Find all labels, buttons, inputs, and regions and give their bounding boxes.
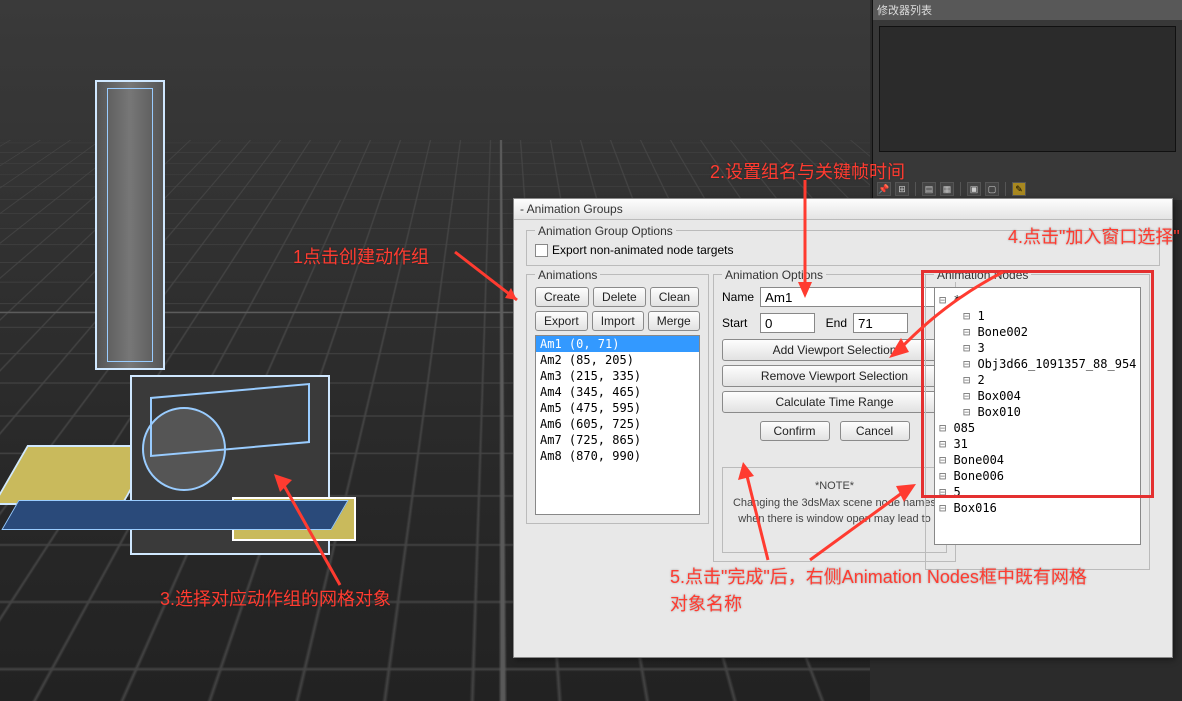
config-icon[interactable]: ✎ bbox=[1012, 182, 1026, 196]
separator bbox=[915, 182, 916, 196]
animation-list-item[interactable]: Am2 (85, 205) bbox=[536, 352, 699, 368]
export-button[interactable]: Export bbox=[535, 311, 588, 331]
remove-viewport-button[interactable]: Remove Viewport Selection bbox=[722, 365, 947, 387]
tool-icon-5[interactable]: ▢ bbox=[985, 182, 999, 196]
end-label: End bbox=[821, 316, 847, 330]
confirm-button[interactable]: Confirm bbox=[760, 421, 830, 441]
modifier-list-box[interactable] bbox=[879, 26, 1176, 152]
tree-node[interactable]: ⊟ Box010 bbox=[939, 404, 1136, 420]
fieldset-animations: Animations Create Delete Clean Export Im… bbox=[526, 274, 709, 524]
animation-list-item[interactable]: Am7 (725, 865) bbox=[536, 432, 699, 448]
add-viewport-button[interactable]: Add Viewport Selection bbox=[722, 339, 947, 361]
tree-node[interactable]: ⊟ 2 bbox=[939, 372, 1136, 388]
separator bbox=[1005, 182, 1006, 196]
animation-nodes-tree[interactable]: ⊟ *⊟ 1⊟ Bone002⊟ 3⊟ Obj3d66_1091357_88_9… bbox=[934, 287, 1141, 545]
tree-node[interactable]: ⊟ * bbox=[939, 292, 1136, 308]
calc-range-button[interactable]: Calculate Time Range bbox=[722, 391, 947, 413]
animation-list-item[interactable]: Am3 (215, 335) bbox=[536, 368, 699, 384]
animation-groups-dialog: - Animation Groups Animation Group Optio… bbox=[513, 198, 1173, 658]
tree-node[interactable]: ⊟ 3 bbox=[939, 340, 1136, 356]
tree-node[interactable]: ⊟ 085 bbox=[939, 420, 1136, 436]
animation-list-item[interactable]: Am4 (345, 465) bbox=[536, 384, 699, 400]
export-non-animated-label: Export non-animated node targets bbox=[552, 243, 733, 257]
note-title: *NOTE* bbox=[731, 478, 938, 495]
tree-node[interactable]: ⊟ Bone004 bbox=[939, 452, 1136, 468]
animation-list-item[interactable]: Am1 (0, 71) bbox=[536, 336, 699, 352]
import-button[interactable]: Import bbox=[592, 311, 644, 331]
tool-icon-3[interactable]: ▦ bbox=[940, 182, 954, 196]
create-button[interactable]: Create bbox=[535, 287, 589, 307]
cancel-button[interactable]: Cancel bbox=[840, 421, 910, 441]
tree-node[interactable]: ⊟ Bone002 bbox=[939, 324, 1136, 340]
dialog-title[interactable]: - Animation Groups bbox=[514, 199, 1172, 220]
note-box: *NOTE* Changing the 3dsMax scene node na… bbox=[722, 467, 947, 553]
tree-node[interactable]: ⊟ 31 bbox=[939, 436, 1136, 452]
end-input[interactable] bbox=[853, 313, 908, 333]
fieldset-group-options: Animation Group Options Export non-anima… bbox=[526, 230, 1160, 266]
delete-button[interactable]: Delete bbox=[593, 287, 646, 307]
animation-list-item[interactable]: Am6 (605, 725) bbox=[536, 416, 699, 432]
legend-group-options: Animation Group Options bbox=[535, 224, 676, 238]
clean-button[interactable]: Clean bbox=[650, 287, 699, 307]
tree-node[interactable]: ⊟ Box004 bbox=[939, 388, 1136, 404]
animation-list-item[interactable]: Am8 (870, 990) bbox=[536, 448, 699, 464]
legend-anim-options: Animation Options bbox=[722, 268, 826, 282]
pin-icon[interactable]: 📌 bbox=[877, 182, 891, 196]
start-label: Start bbox=[722, 316, 754, 330]
name-input[interactable] bbox=[760, 287, 947, 307]
export-non-animated-checkbox[interactable] bbox=[535, 244, 548, 257]
legend-anim-nodes: Animation Nodes bbox=[934, 268, 1031, 282]
tree-node[interactable]: ⊟ Bone006 bbox=[939, 468, 1136, 484]
tool-icon-4[interactable]: ▣ bbox=[967, 182, 981, 196]
modifier-panel-header: 修改器列表 bbox=[873, 0, 1182, 20]
tool-icon-2[interactable]: ▤ bbox=[922, 182, 936, 196]
tree-node[interactable]: ⊟ Box016 bbox=[939, 500, 1136, 516]
tool-icon-1[interactable]: ⊞ bbox=[895, 182, 909, 196]
animation-list-item[interactable]: Am5 (475, 595) bbox=[536, 400, 699, 416]
fieldset-anim-nodes: Animation Nodes ⊟ *⊟ 1⊟ Bone002⊟ 3⊟ Obj3… bbox=[925, 274, 1150, 570]
separator bbox=[960, 182, 961, 196]
legend-animations: Animations bbox=[535, 268, 600, 282]
tree-node[interactable]: ⊟ 1 bbox=[939, 308, 1136, 324]
start-input[interactable] bbox=[760, 313, 815, 333]
modifier-panel: 修改器列表 📌 ⊞ ▤ ▦ ▣ ▢ ✎ bbox=[872, 0, 1182, 200]
tree-node[interactable]: ⊟ 5 bbox=[939, 484, 1136, 500]
fieldset-anim-options: Animation Options Name Start End Add V bbox=[713, 274, 956, 562]
animations-listbox[interactable]: Am1 (0, 71)Am2 (85, 205)Am3 (215, 335)Am… bbox=[535, 335, 700, 515]
note-body: Changing the 3dsMax scene node names whe… bbox=[731, 495, 938, 528]
tree-node[interactable]: ⊟ Obj3d66_1091357_88_954 bbox=[939, 356, 1136, 372]
name-label: Name bbox=[722, 290, 754, 304]
merge-button[interactable]: Merge bbox=[648, 311, 700, 331]
panel-toolbar: 📌 ⊞ ▤ ▦ ▣ ▢ ✎ bbox=[877, 182, 1026, 196]
